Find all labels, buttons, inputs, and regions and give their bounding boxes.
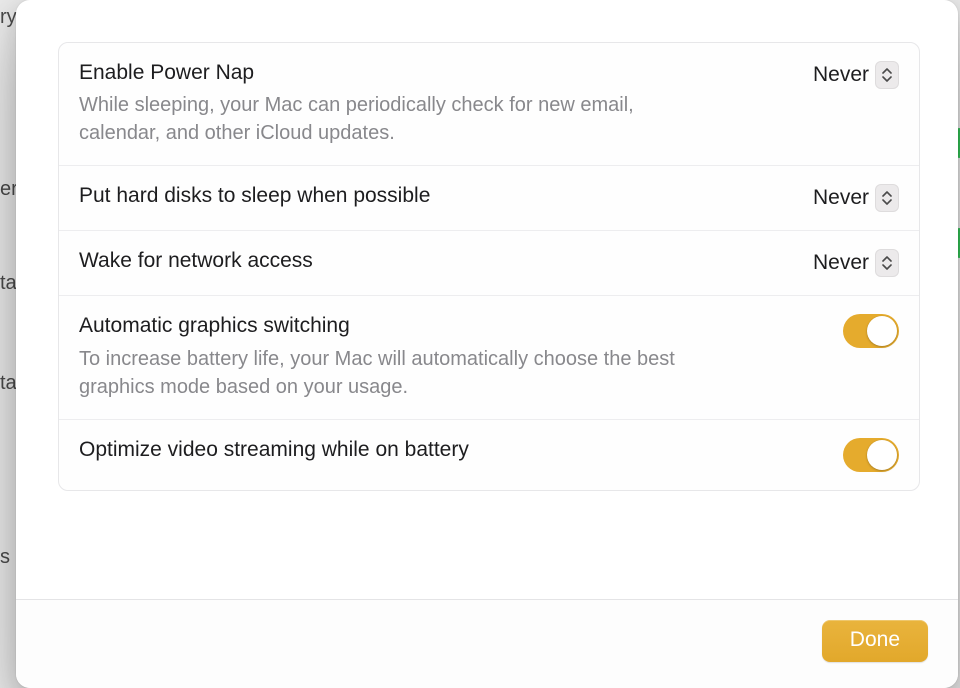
power-nap-popup[interactable]: Never — [813, 61, 899, 89]
chevron-up-down-icon — [875, 61, 899, 89]
popup-value: Never — [813, 186, 869, 210]
setting-title: Put hard disks to sleep when possible — [79, 182, 793, 210]
setting-row-graphics-switching: Automatic graphics switching To increase… — [59, 296, 919, 419]
hard-disks-sleep-popup[interactable]: Never — [813, 184, 899, 212]
popup-value: Never — [813, 63, 869, 87]
setting-row-wake-network: Wake for network access Never — [59, 231, 919, 296]
toggle-knob — [867, 440, 897, 470]
setting-row-optimize-video: Optimize video streaming while on batter… — [59, 420, 919, 490]
toggle-knob — [867, 316, 897, 346]
chevron-up-down-icon — [875, 249, 899, 277]
optimize-video-toggle[interactable] — [843, 438, 899, 472]
settings-sheet: Enable Power Nap While sleeping, your Ma… — [16, 0, 958, 688]
bg-frag: ry — [0, 6, 17, 29]
setting-description: To increase battery life, your Mac will … — [79, 345, 699, 401]
setting-title: Enable Power Nap — [79, 59, 793, 87]
setting-row-power-nap: Enable Power Nap While sleeping, your Ma… — [59, 43, 919, 166]
graphics-switching-toggle[interactable] — [843, 314, 899, 348]
settings-panel: Enable Power Nap While sleeping, your Ma… — [58, 42, 920, 491]
bg-frag: s — [0, 546, 10, 569]
sheet-footer: Done — [16, 599, 958, 688]
popup-value: Never — [813, 251, 869, 275]
chevron-up-down-icon — [875, 184, 899, 212]
wake-network-popup[interactable]: Never — [813, 249, 899, 277]
setting-row-hard-disks-sleep: Put hard disks to sleep when possible Ne… — [59, 166, 919, 231]
done-button[interactable]: Done — [822, 620, 928, 662]
setting-description: While sleeping, your Mac can periodicall… — [79, 91, 699, 147]
sheet-body: Enable Power Nap While sleeping, your Ma… — [16, 0, 958, 599]
bg-frag: ta — [0, 272, 17, 295]
setting-title: Wake for network access — [79, 247, 793, 275]
setting-title: Automatic graphics switching — [79, 312, 823, 340]
bg-frag: ta — [0, 372, 17, 395]
setting-title: Optimize video streaming while on batter… — [79, 436, 823, 464]
